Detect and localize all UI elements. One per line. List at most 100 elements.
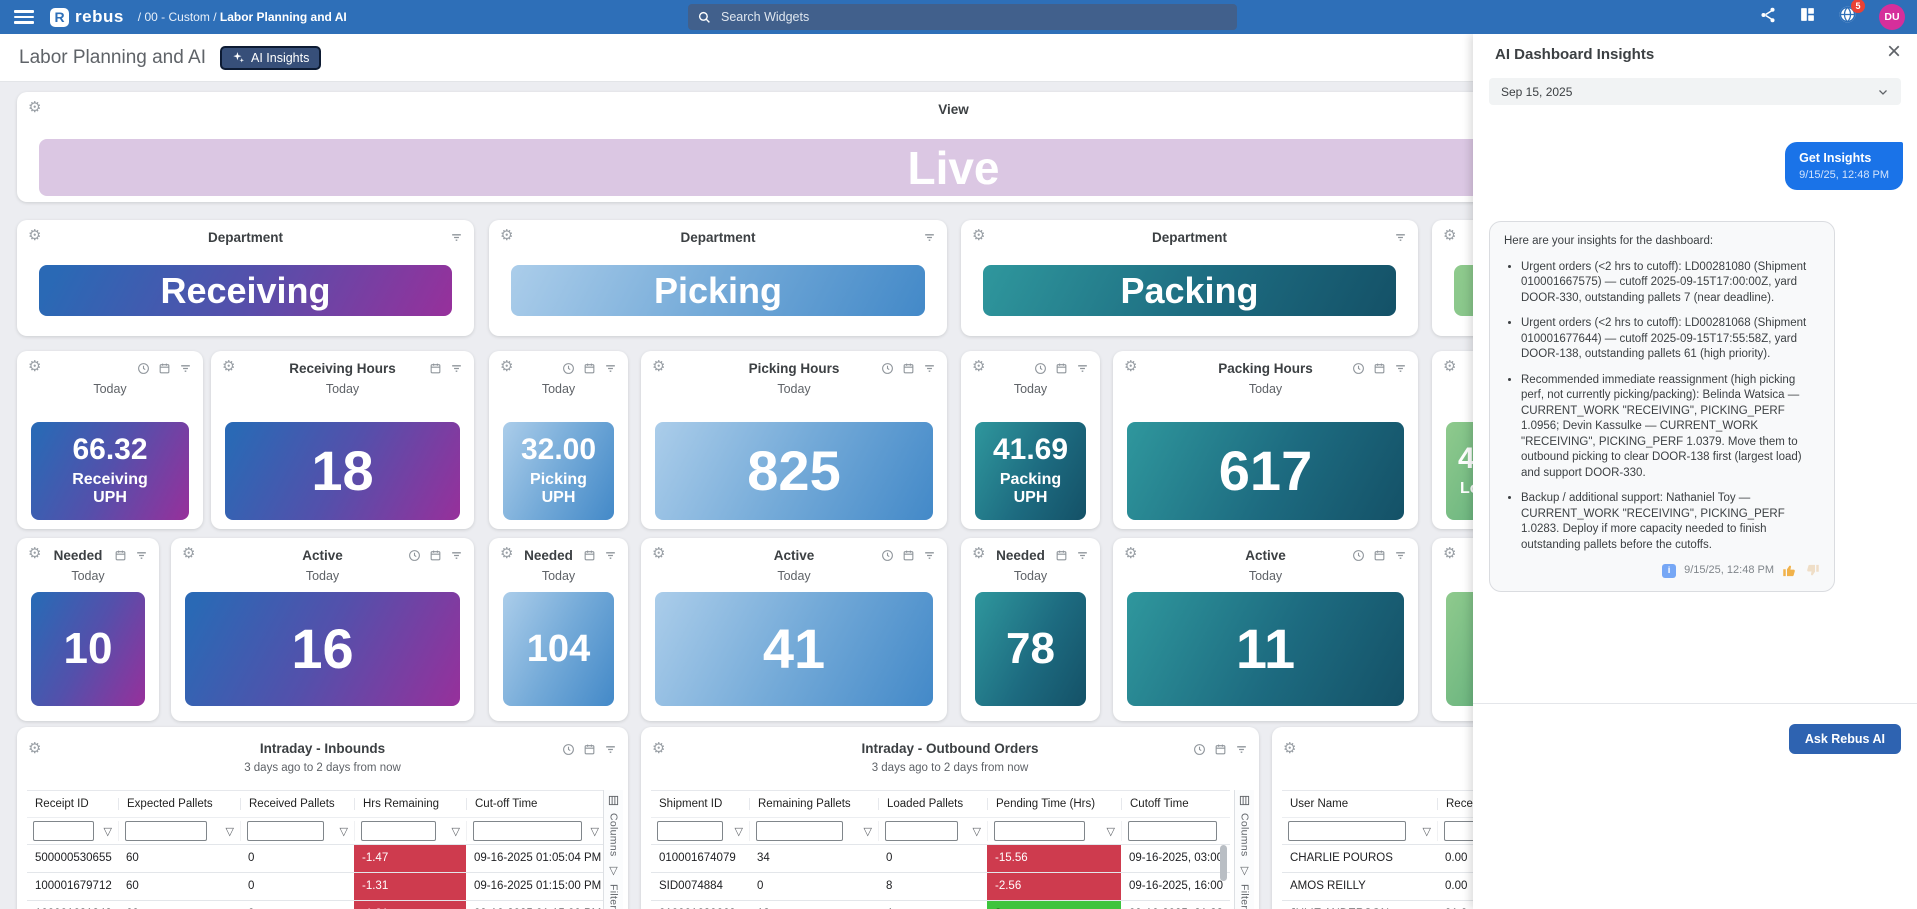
hamburger-menu-icon[interactable] [14,10,34,24]
filter-icon[interactable] [135,549,148,562]
column-filter-input[interactable] [33,821,94,841]
filter-icon[interactable] [1394,362,1407,375]
search-input[interactable] [719,9,1227,25]
gear-icon[interactable]: ⚙ [1443,546,1456,561]
clock-icon[interactable] [562,362,575,375]
filter-icon[interactable] [1076,549,1089,562]
filter-icon[interactable] [179,362,192,375]
column-header[interactable]: Loaded Pallets [878,798,987,810]
gear-icon[interactable]: ⚙ [652,546,665,561]
calendar-icon[interactable] [1055,549,1068,562]
calendar-icon[interactable] [583,549,596,562]
filter-icon[interactable] [1235,743,1248,756]
widget-search[interactable] [688,4,1237,30]
ask-rebus-ai-button[interactable]: Ask Rebus AI [1789,724,1901,754]
calendar-icon[interactable] [429,549,442,562]
filter-icon[interactable] [1394,231,1407,244]
gear-icon[interactable]: ⚙ [28,741,41,756]
gear-icon[interactable]: ⚙ [1124,546,1137,561]
table-row[interactable]: SID0074884 0 8 -2.56 09-16-2025, 16:00 [651,872,1230,900]
column-header[interactable]: Expected Pallets [118,798,240,810]
breadcrumb-item-custom[interactable]: 00 - Custom [144,10,209,24]
table-row[interactable]: 010001680669 13 4 3 09-16-2025, 21:33 [651,900,1230,909]
filter-icon[interactable] [1394,549,1407,562]
gear-icon[interactable]: ⚙ [500,228,513,243]
table-row[interactable]: 500000530655 60 0 -1.47 09-16-2025 01:05… [27,844,605,872]
filter-icon[interactable] [450,231,463,244]
clock-icon[interactable] [881,362,894,375]
clock-icon[interactable] [137,362,150,375]
gear-icon[interactable]: ⚙ [972,359,985,374]
filter-icon[interactable] [923,231,936,244]
gear-icon[interactable]: ⚙ [500,546,513,561]
funnel-icon[interactable]: ▽ [609,864,617,877]
column-filter-input[interactable] [1128,821,1217,841]
gear-icon[interactable]: ⚙ [28,228,41,243]
insight-date-selector[interactable]: Sep 15, 2025 [1489,78,1901,105]
column-filter-input[interactable] [756,821,843,841]
gear-icon[interactable]: ⚙ [972,546,985,561]
funnel-icon[interactable]: ▽ [735,825,743,838]
column-filter-input[interactable] [361,821,436,841]
calendar-icon[interactable] [1055,362,1068,375]
columns-icon[interactable] [608,795,619,806]
thumbs-up-icon[interactable] [1782,563,1797,578]
share-icon[interactable] [1759,6,1777,29]
calendar-icon[interactable] [1373,362,1386,375]
calendar-icon[interactable] [114,549,127,562]
gear-icon[interactable]: ⚙ [182,546,195,561]
clock-icon[interactable] [1352,549,1365,562]
filter-icon[interactable] [923,362,936,375]
column-header[interactable]: Cutoff Time [1121,798,1230,810]
gear-icon[interactable]: ⚙ [28,100,41,115]
filter-icon[interactable] [604,362,617,375]
funnel-icon[interactable]: ▽ [864,825,872,838]
clock-icon[interactable] [1193,743,1206,756]
gear-icon[interactable]: ⚙ [500,359,513,374]
clock-icon[interactable] [1034,362,1047,375]
column-header[interactable]: Pending Time (Hrs) [987,798,1121,810]
calendar-icon[interactable] [583,743,596,756]
columns-icon[interactable] [1239,795,1250,806]
calendar-icon[interactable] [1373,549,1386,562]
clock-icon[interactable] [562,743,575,756]
columns-toolbar-label[interactable]: Columns [1239,813,1251,857]
column-filter-input[interactable] [657,821,723,841]
user-avatar[interactable]: DU [1879,4,1905,30]
calendar-icon[interactable] [429,362,442,375]
calendar-icon[interactable] [158,362,171,375]
filters-toolbar-label[interactable]: Filters [608,884,620,909]
clock-icon[interactable] [408,549,421,562]
gear-icon[interactable]: ⚙ [28,359,41,374]
gear-icon[interactable]: ⚙ [1443,359,1456,374]
column-filter-input[interactable] [994,821,1085,841]
funnel-icon[interactable]: ▽ [226,825,234,838]
ai-insights-button[interactable]: AI Insights [220,46,321,70]
funnel-icon[interactable]: ▽ [1107,825,1115,838]
filter-icon[interactable] [450,362,463,375]
thumbs-down-icon[interactable] [1805,563,1820,578]
table-row[interactable]: 100001681848 60 0 -1.31 09-16-2025 01:15… [27,900,605,909]
gear-icon[interactable]: ⚙ [28,546,41,561]
columns-toolbar-label[interactable]: Columns [608,813,620,857]
filter-icon[interactable] [604,549,617,562]
info-icon[interactable]: i [1662,564,1676,578]
clock-icon[interactable] [881,549,894,562]
filter-icon[interactable] [450,549,463,562]
table-row[interactable]: 010001674079 34 0 -15.56 09-16-2025, 03:… [651,844,1230,872]
column-filter-input[interactable] [1288,821,1406,841]
gear-icon[interactable]: ⚙ [972,228,985,243]
calendar-icon[interactable] [902,362,915,375]
funnel-icon[interactable]: ▽ [973,825,981,838]
funnel-icon[interactable]: ▽ [452,825,460,838]
dashboards-grid-icon[interactable] [1799,6,1816,28]
gear-icon[interactable]: ⚙ [652,359,665,374]
calendar-icon[interactable] [902,549,915,562]
column-header[interactable]: Received Pallets [240,798,354,810]
funnel-icon[interactable]: ▽ [591,825,599,838]
clock-icon[interactable] [1352,362,1365,375]
calendar-icon[interactable] [1214,743,1227,756]
column-header[interactable]: Shipment ID [651,798,749,810]
funnel-icon[interactable]: ▽ [1423,825,1431,838]
filter-icon[interactable] [1076,362,1089,375]
